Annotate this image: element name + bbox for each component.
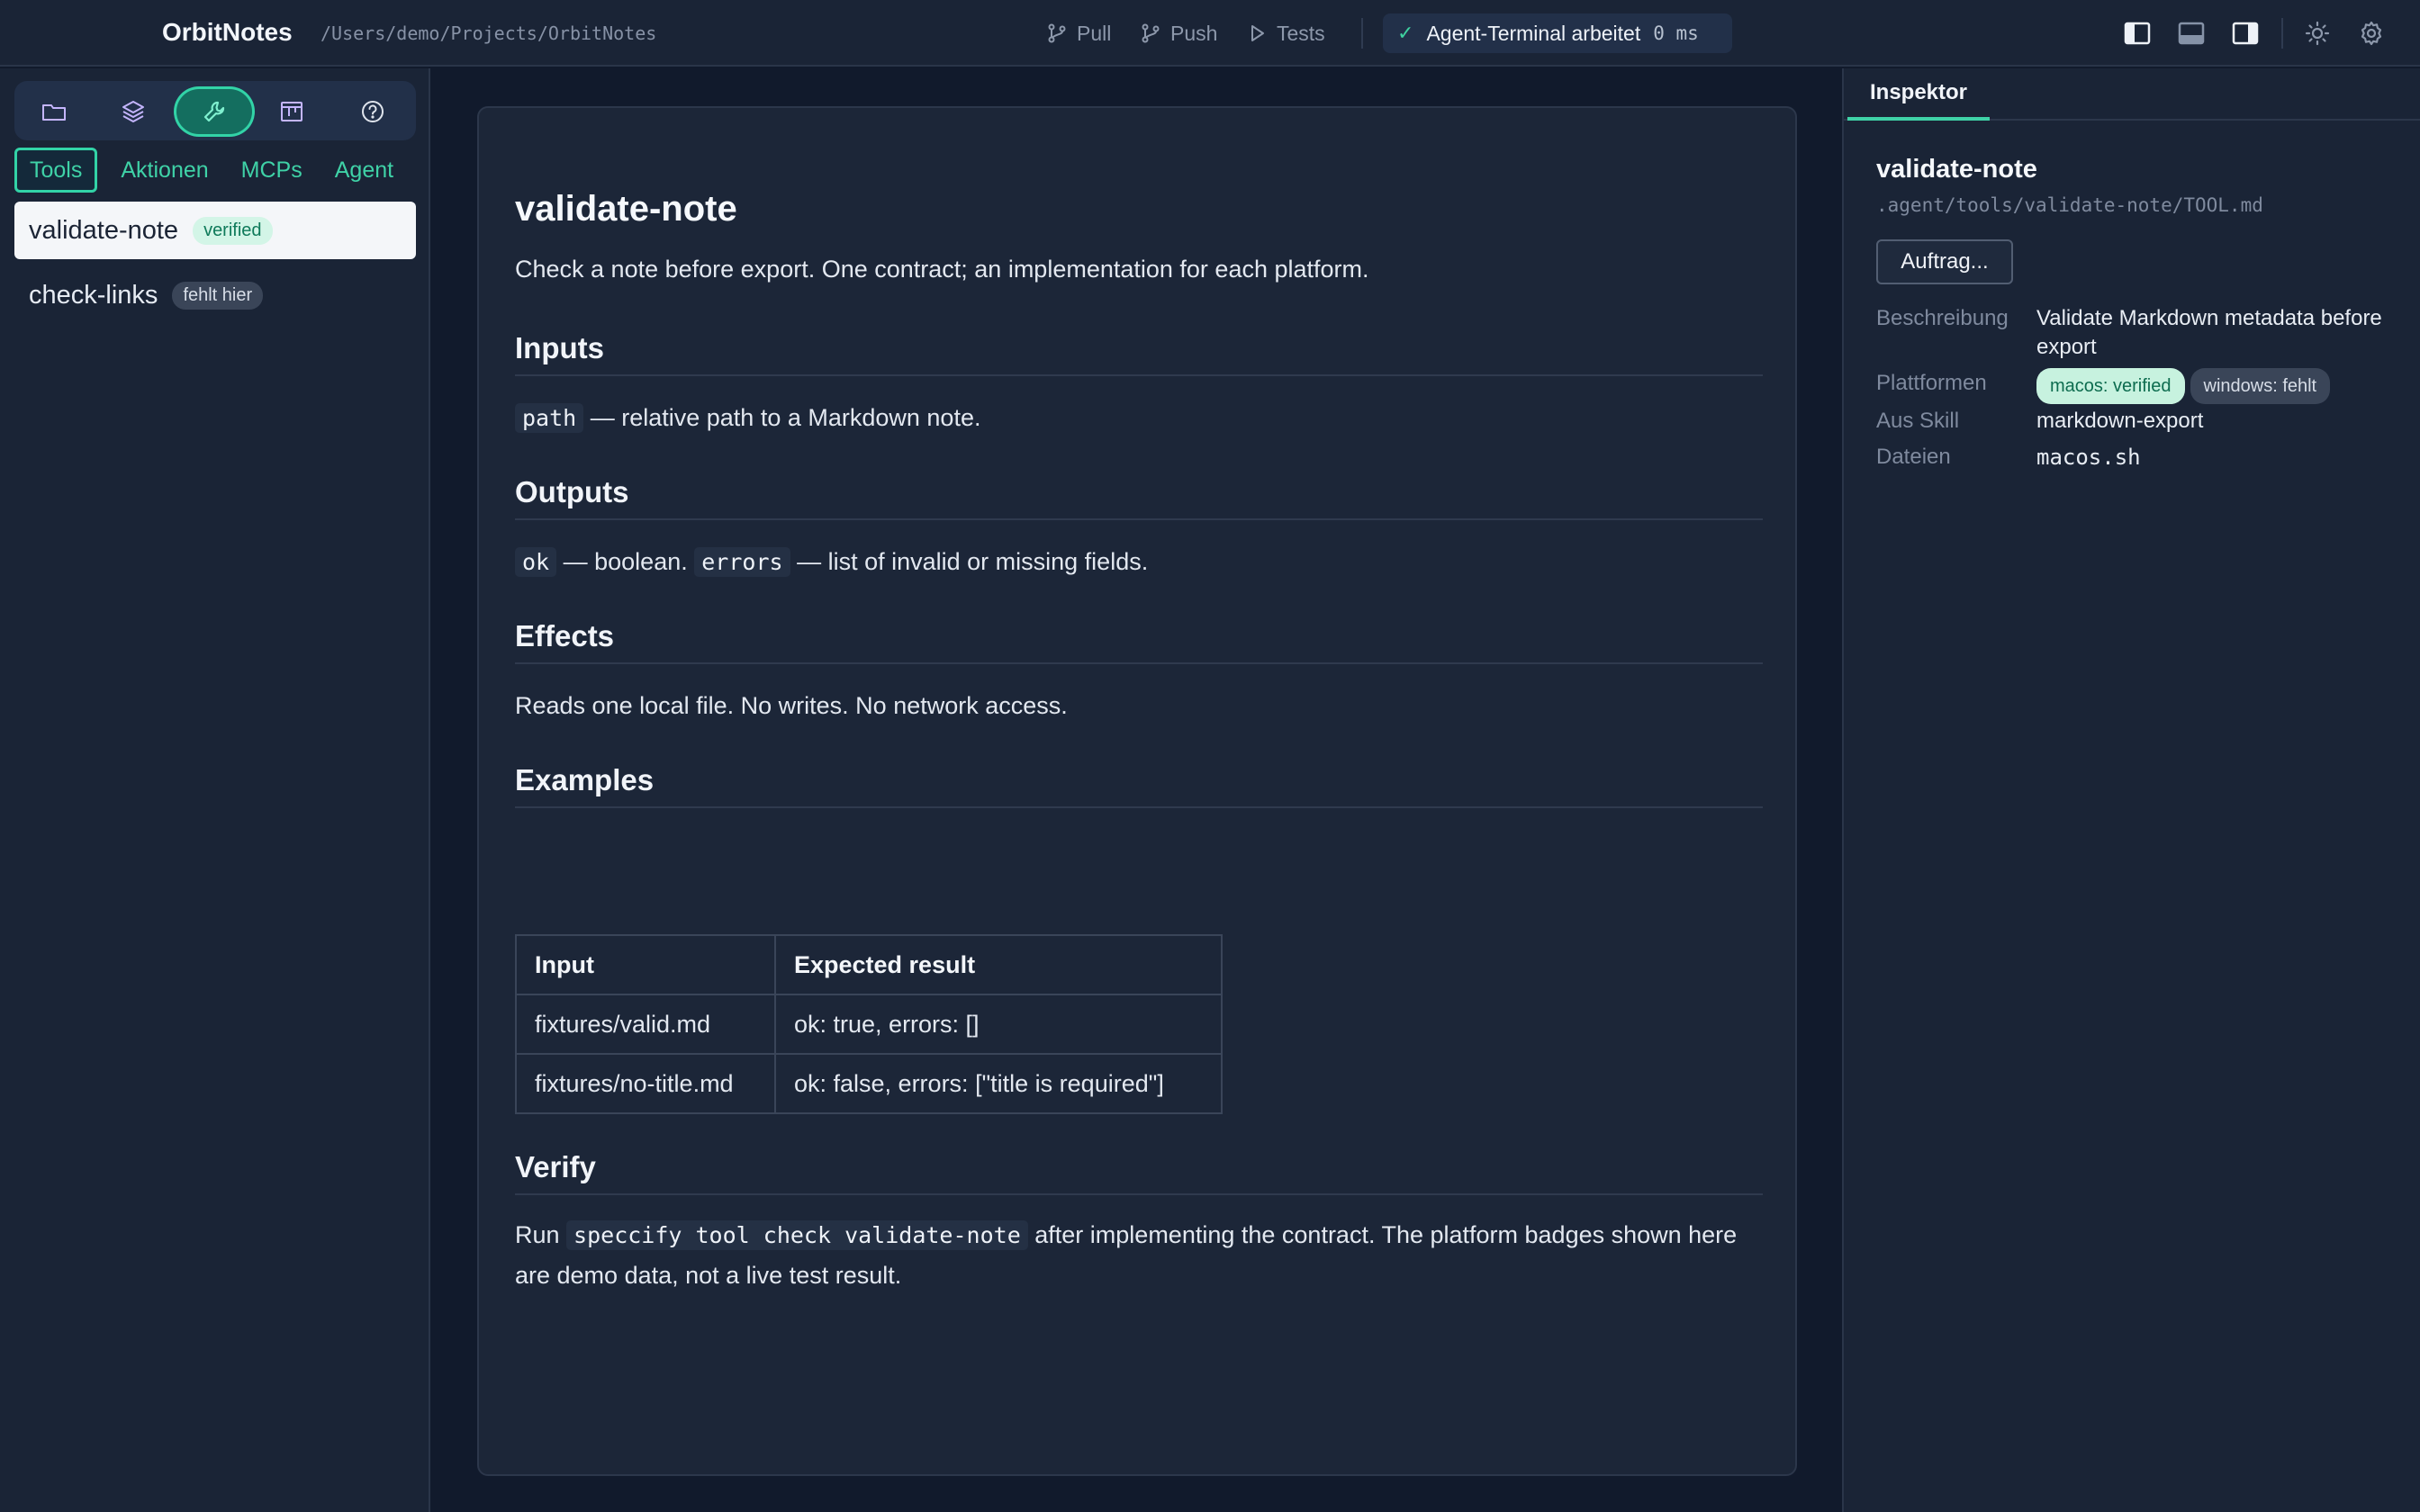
kanban-icon: [281, 102, 302, 122]
inspector-tabbar: Inspektor: [1844, 68, 2420, 121]
inputs-heading: Inputs: [515, 331, 1763, 376]
theme-toggle-button[interactable]: [2302, 18, 2333, 49]
effects-heading: Effects: [515, 619, 1763, 664]
effects-paragraph: Reads one local file. No writes. No netw…: [515, 692, 1068, 719]
description-value: Validate Markdown metadata before export: [2036, 306, 2382, 359]
sun-icon: [2305, 21, 2330, 46]
layout-left-icon: [2124, 22, 2151, 45]
rail-tools-button[interactable]: [176, 89, 252, 134]
tool-list-item[interactable]: check-links fehlt hier: [14, 266, 416, 324]
toggle-left-panel-button[interactable]: [2122, 18, 2153, 49]
table-row: fixtures/no-title.md ok: false, errors: …: [515, 1053, 1223, 1114]
verify-paragraph: Run speccify tool check validate-note af…: [515, 1215, 1763, 1295]
layout-right-icon: [2232, 22, 2259, 45]
tab-tools[interactable]: Tools: [14, 148, 98, 193]
outputs-text: — list of invalid or missing fields.: [797, 548, 1149, 575]
rail-help-button[interactable]: [335, 89, 411, 134]
tab-agent[interactable]: Agent: [319, 148, 410, 193]
toggle-bottom-panel-button[interactable]: [2176, 18, 2207, 49]
rail-board-button[interactable]: [254, 89, 330, 134]
push-label: Push: [1170, 21, 1218, 45]
outputs-text: — boolean.: [563, 548, 688, 575]
rail-files-button[interactable]: [16, 89, 92, 134]
inputs-paragraph: path — relative path to a Markdown note.: [515, 398, 1763, 438]
inline-code: errors: [694, 547, 790, 577]
project-path: /Users/demo/Projects/OrbitNotes: [321, 22, 657, 44]
layers-icon: [122, 101, 144, 122]
tool-list-item[interactable]: validate-note verified: [14, 202, 416, 259]
rail-layers-button[interactable]: [95, 89, 171, 134]
settings-button[interactable]: [2356, 18, 2387, 49]
skill-label: Aus Skill: [1876, 409, 1960, 433]
branch-icon: [1142, 23, 1160, 43]
document-card: validate-note Check a note before export…: [477, 106, 1797, 1476]
verify-text: Run: [515, 1221, 560, 1248]
inline-code: path: [515, 403, 584, 433]
table-cell: ok: true, errors: []: [774, 994, 1223, 1055]
tool-name: validate-note: [29, 215, 179, 245]
examples-table: Input Expected result fixtures/valid.md …: [515, 934, 1223, 1114]
check-icon: ✓: [1397, 22, 1414, 44]
title-bar: OrbitNotes /Users/demo/Projects/OrbitNot…: [0, 0, 2420, 67]
tool-name: check-links: [29, 280, 158, 310]
sidebar-tabs: Tools Aktionen MCPs Agent: [14, 148, 430, 193]
page-title: validate-note: [515, 189, 737, 229]
gear-icon: [2361, 21, 2382, 46]
table-row: fixtures/valid.md ok: true, errors: []: [515, 994, 1223, 1055]
help-icon: [362, 101, 384, 122]
inline-code: speccify tool check validate-note: [566, 1220, 1028, 1250]
wrench-icon: [203, 101, 225, 122]
table-header-cell: Expected result: [774, 934, 1223, 995]
inspector-title: validate-note: [1876, 155, 2037, 184]
toolbar-divider: [1361, 18, 1363, 49]
outputs-paragraph: ok — boolean. errors — list of invalid o…: [515, 542, 1763, 582]
tab-inspektor[interactable]: Inspektor: [1847, 68, 1990, 121]
tests-button[interactable]: Tests: [1246, 18, 1325, 49]
app-name: OrbitNotes: [162, 18, 293, 46]
table-cell: fixtures/valid.md: [515, 994, 776, 1055]
platforms-value: macos: verified windows: fehlt: [2036, 368, 2415, 404]
tab-mcps[interactable]: MCPs: [225, 148, 319, 193]
tab-aktionen[interactable]: Aktionen: [104, 148, 224, 193]
status-badge: verified: [193, 216, 273, 245]
toolbar-divider: [2281, 18, 2283, 49]
push-button[interactable]: Push: [1140, 18, 1217, 49]
file-link[interactable]: macos.sh: [2036, 443, 2141, 472]
editor-area: validate-note Check a note before export…: [436, 68, 1840, 1512]
outputs-heading: Outputs: [515, 475, 1763, 520]
description-label: Beschreibung: [1876, 306, 2009, 330]
table-cell: fixtures/no-title.md: [515, 1053, 776, 1114]
agent-status-text: Agent-Terminal arbeitet: [1426, 21, 1641, 45]
folder-icon: [42, 104, 66, 121]
inputs-text: — relative path to a Markdown note.: [590, 404, 981, 431]
platform-badge: windows: fehlt: [2190, 368, 2331, 404]
agent-status-duration: 0 ms: [1653, 22, 1699, 44]
document-lead: Check a note before export. One contract…: [515, 256, 1369, 283]
platform-badge: macos: verified: [2036, 368, 2185, 404]
auftrag-button[interactable]: Auftrag...: [1876, 239, 2013, 284]
inline-code: ok: [515, 547, 557, 577]
pull-label: Pull: [1077, 21, 1112, 45]
verify-heading: Verify: [515, 1150, 1763, 1195]
inspector-panel: Inspektor validate-note .agent/tools/val…: [1842, 68, 2420, 1512]
table-header-cell: Input: [515, 934, 776, 995]
layout-bottom-icon: [2178, 22, 2205, 45]
tests-label: Tests: [1277, 21, 1325, 45]
examples-heading: Examples: [515, 763, 1763, 808]
files-label: Dateien: [1876, 445, 1951, 469]
sidebar: Tools Aktionen MCPs Agent validate-note …: [0, 68, 430, 1512]
activity-rail: [14, 81, 416, 140]
inspector-file-path: .agent/tools/validate-note/TOOL.md: [1876, 194, 2263, 216]
toggle-right-panel-button[interactable]: [2230, 18, 2261, 49]
agent-status[interactable]: ✓ Agent-Terminal arbeitet 0 ms: [1383, 14, 1732, 53]
skill-value: markdown-export: [2036, 409, 2204, 433]
play-icon: [1251, 25, 1264, 41]
branch-icon: [1048, 23, 1066, 43]
table-header-row: Input Expected result: [515, 934, 1223, 995]
platforms-label: Plattformen: [1876, 371, 1987, 395]
status-badge: fehlt hier: [172, 281, 264, 310]
table-cell: ok: false, errors: ["title is required"]: [774, 1053, 1223, 1114]
pull-button[interactable]: Pull: [1046, 18, 1111, 49]
